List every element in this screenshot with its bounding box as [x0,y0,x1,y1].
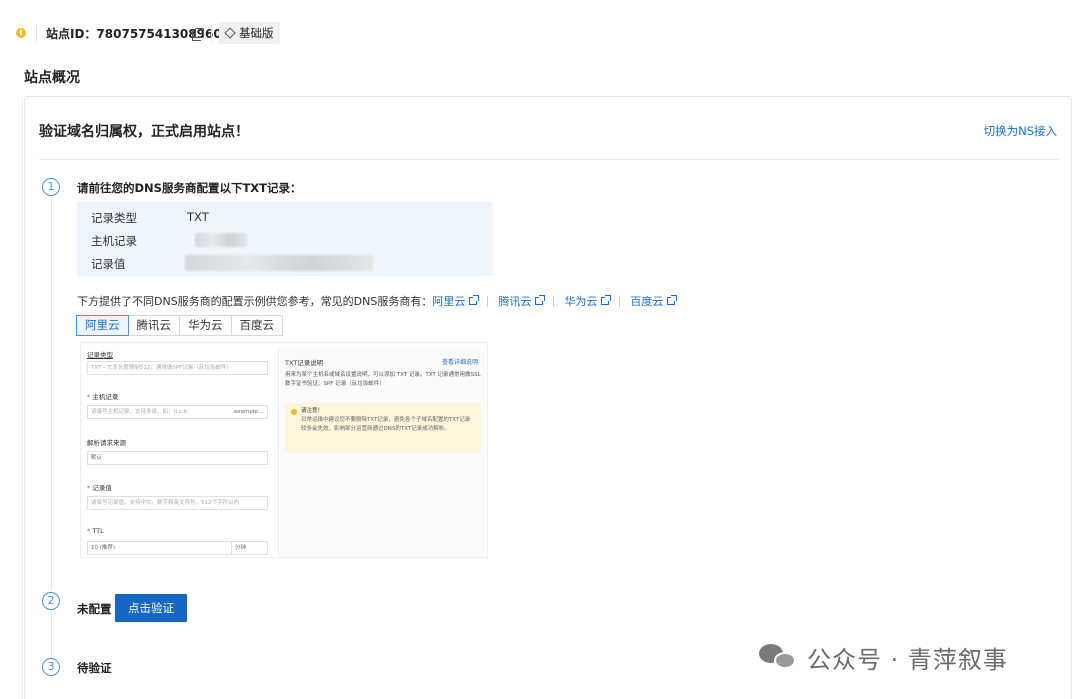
txt-record-box: 记录类型 TXT 主机记录 记录值 [77,202,493,276]
example-host-label-text: 主机记录 [92,393,119,401]
example-value-label: * 记录值 [87,484,112,492]
step-connector [51,197,52,589]
divider [619,295,621,307]
watermark: 公众号 · 青萍叙事 [757,640,1008,674]
step-3-label: 待验证 [77,661,112,675]
plan-label: 基础版 [239,26,274,40]
help-text: 用来为某个主机名或域名设置说明，可以添加 TXT 记录。TXT 记录通常用做SS… [285,372,481,387]
example-line-value: 默认 [87,451,268,465]
tab-baidu[interactable]: 百度云 [230,315,283,336]
provider-link-aliyun[interactable]: 阿里云 [432,293,480,309]
example-host-placeholder: 请填写主机记录，支持多级，如：d.c.b [91,409,188,415]
help-link: 查看详细说明 [441,359,478,366]
divider [553,295,555,307]
tab-huawei[interactable]: 华为云 [179,315,232,336]
site-info-bar: 站点ID：780757541308960 基础版 [0,18,1080,48]
record-type-value: TXT [187,210,209,224]
provider-link-label: 华为云 [564,295,598,308]
help-title: TXT记录说明 [285,359,324,367]
wechat-icon [757,642,799,672]
example-record-type-label: 记录类型 [87,351,113,359]
divider [36,25,37,41]
help-tip: 请注意！ 日常运维中建议您不要删除TXT记录，避免各个子域名配置的TXT记录较多… [285,403,481,453]
external-link-icon [535,295,546,305]
step-2-label: 未配置 [77,602,112,616]
step-1-label: 请前往您的DNS服务商配置以下TXT记录： [77,181,302,195]
record-type-label: 记录类型 [91,211,137,225]
divider [39,159,1059,160]
external-link-icon [469,295,480,305]
example-value-label-text: 记录值 [92,484,112,492]
provider-link-label: 腾讯云 [498,295,532,308]
external-link-icon [667,295,678,305]
diamond-icon [224,27,236,39]
provider-tabs: 阿里云 腾讯云 华为云 百度云 [76,315,283,336]
example-value-input: 请填写记录值，支持中文、数字和英文符号，512个字符以内 [87,496,268,510]
warning-icon [291,409,297,415]
example-line-label: 解析请求来源 [87,439,126,447]
txt-help-panel: TXT记录说明 查看详细说明 用来为某个主机名或域名设置说明，可以添加 TXT … [278,347,486,557]
step-number-3: 3 [42,658,60,676]
tip-text: 日常运维中建议您不要删除TXT记录，避免各个子域名配置的TXT记录较多会失效，影… [301,417,471,432]
example-ttl-unit: 分钟 [231,541,268,555]
tip-title: 请注意！ [301,408,324,414]
provider-link-baidu[interactable]: 百度云 [630,293,678,309]
external-link-icon [601,295,612,305]
example-config-screenshot: 记录类型 TXT - 文本长度限制512，通常做SPF记录（反垃圾邮件） * 主… [80,342,488,558]
provider-intro: 下方提供了不同DNS服务商的配置示例供您参考，常见的DNS服务商有： [77,295,433,308]
example-host-label: * 主机记录 [87,393,119,401]
verify-button[interactable]: 点击验证 [115,594,187,622]
provider-links: 下方提供了不同DNS服务商的配置示例供您参考，常见的DNS服务商有： 阿里云 腾… [77,293,678,309]
example-host-input: 请填写主机记录，支持多级，如：d.c.b .example... [87,405,268,419]
warning-icon [16,28,26,38]
record-value-redacted [185,255,373,271]
divider [487,295,489,307]
divider [22,98,23,699]
page-title: 站点概况 [24,70,80,86]
example-ttl-label-text: TTL [92,527,104,535]
plan-badge: 基础版 [219,22,280,44]
provider-link-huawei[interactable]: 华为云 [564,293,612,309]
step-number-1: 1 [42,178,60,196]
switch-ns-link[interactable]: 切换为NS接入 [984,123,1057,139]
host-record-value-redacted [195,233,247,247]
record-value-label: 记录值 [91,257,126,271]
example-ttl-label: * TTL [87,527,104,535]
divider [211,25,212,41]
step-number-2: 2 [42,592,60,610]
card-title: 验证域名归属权，正式启用站点！ [39,124,249,140]
watermark-text: 公众号 · 青萍叙事 [807,645,1008,674]
host-record-label: 主机记录 [91,234,137,248]
tab-tencent[interactable]: 腾讯云 [127,315,180,336]
step-connector [51,611,52,657]
example-host-suffix: .example... [232,409,263,415]
tab-aliyun[interactable]: 阿里云 [76,315,129,336]
example-ttl-value: 10 (推荐) [87,541,232,555]
provider-link-label: 百度云 [630,295,664,308]
example-record-type-value: TXT - 文本长度限制512，通常做SPF记录（反垃圾邮件） [87,361,268,375]
provider-link-label: 阿里云 [432,295,466,308]
provider-link-tencent[interactable]: 腾讯云 [498,293,546,309]
copy-icon[interactable] [192,28,204,41]
